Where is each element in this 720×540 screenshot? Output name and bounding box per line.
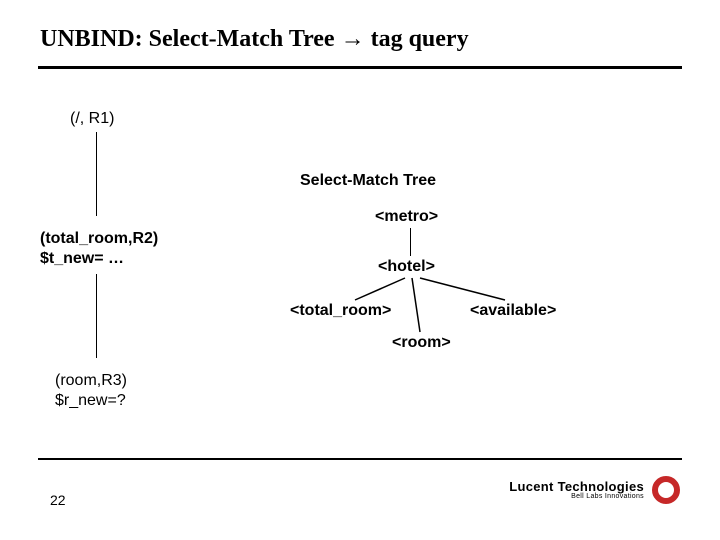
- page-number: 22: [50, 492, 66, 508]
- tag-available: <available>: [470, 302, 556, 320]
- lucent-logo-sub: Bell Labs Innovations: [571, 493, 644, 500]
- lucent-ring-icon: [652, 476, 680, 504]
- lucent-logo-text: Lucent Technologies Bell Labs Innovation…: [509, 480, 644, 500]
- lucent-logo-main: Lucent Technologies: [509, 480, 644, 493]
- footer-rule: [38, 458, 682, 460]
- tag-total-room: <total_room>: [290, 302, 391, 320]
- tag-room: <room>: [392, 334, 451, 352]
- lucent-logo: Lucent Technologies Bell Labs Innovation…: [509, 476, 680, 504]
